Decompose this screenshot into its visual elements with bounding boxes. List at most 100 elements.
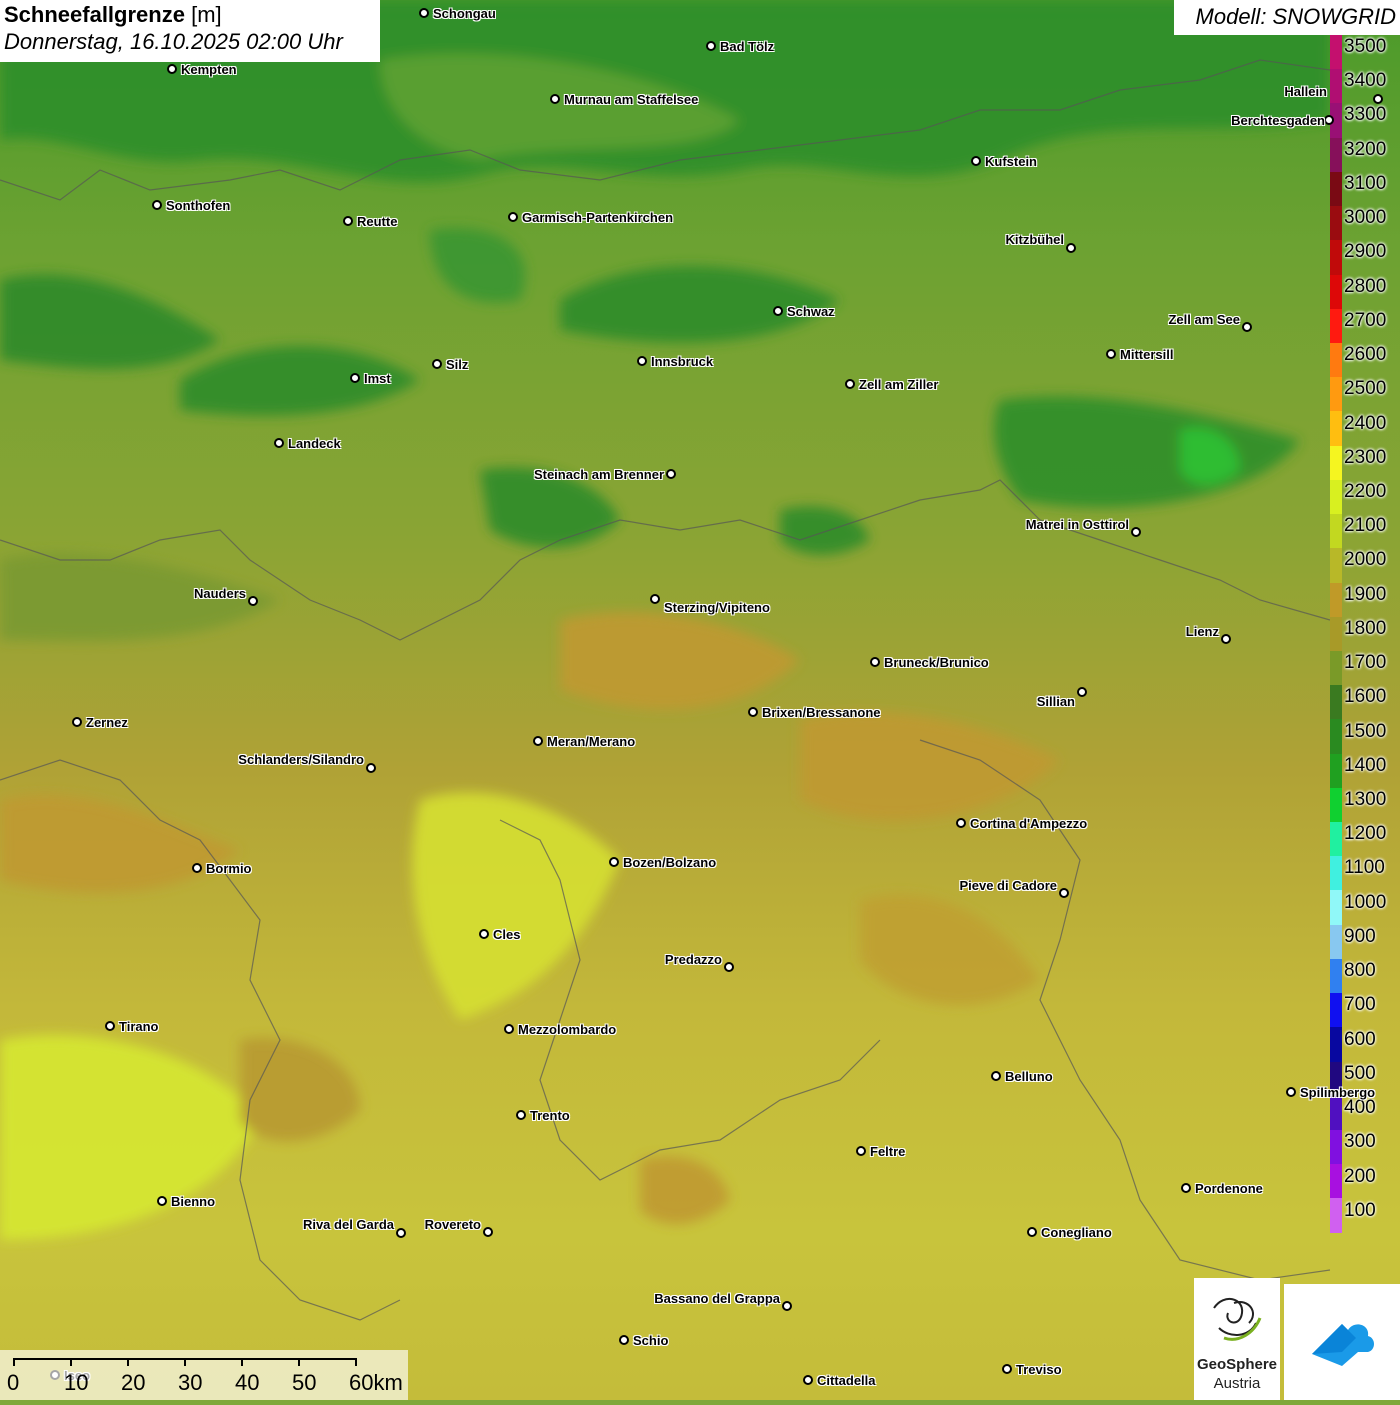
city-marker[interactable] [1077, 687, 1087, 697]
city-marker[interactable] [72, 717, 82, 727]
city-marker[interactable] [419, 8, 429, 18]
city-marker[interactable] [432, 359, 442, 369]
city-marker[interactable] [1131, 527, 1141, 537]
city-marker[interactable] [274, 438, 284, 448]
city-label: Bassano del Grappa [654, 1291, 780, 1306]
city-label: Bad Tölz [720, 39, 775, 54]
legend-label: 900 [1344, 925, 1376, 947]
city-marker[interactable] [167, 64, 177, 74]
city-label: Kempten [181, 62, 237, 77]
city-marker[interactable] [845, 379, 855, 389]
city-label: Silz [446, 357, 469, 372]
city-marker[interactable] [516, 1110, 526, 1120]
city-marker[interactable] [1106, 349, 1116, 359]
legend-label: 2300 [1344, 446, 1387, 468]
city-marker[interactable] [508, 212, 518, 222]
city-marker[interactable] [803, 1375, 813, 1385]
geosphere-logo[interactable]: GeoSphere Austria [1194, 1278, 1280, 1400]
scale-tick [70, 1358, 72, 1366]
city-label: Belluno [1005, 1069, 1053, 1084]
city-marker[interactable] [1373, 94, 1383, 104]
legend-label: 2400 [1344, 412, 1387, 434]
city-marker[interactable] [782, 1301, 792, 1311]
city-marker[interactable] [550, 94, 560, 104]
city-marker[interactable] [152, 200, 162, 210]
legend-swatch [1330, 479, 1342, 515]
legend-label: 400 [1344, 1097, 1376, 1119]
city-marker[interactable] [248, 596, 258, 606]
city-marker[interactable] [157, 1196, 167, 1206]
legend-label: 1300 [1344, 789, 1387, 811]
city-marker[interactable] [350, 373, 360, 383]
legend-label: 2800 [1344, 275, 1387, 297]
city-marker[interactable] [105, 1021, 115, 1031]
city-marker[interactable] [856, 1146, 866, 1156]
city-marker[interactable] [1002, 1364, 1012, 1374]
city-marker[interactable] [1059, 888, 1069, 898]
legend-swatch [1330, 822, 1342, 857]
city-marker[interactable] [1221, 634, 1231, 644]
city-marker[interactable] [343, 216, 353, 226]
city-label: Bruneck/Brunico [884, 655, 989, 670]
city-label: Cles [493, 927, 521, 942]
city-marker[interactable] [724, 962, 734, 972]
legend-swatch [1330, 890, 1342, 925]
legend-swatch [1330, 274, 1342, 309]
legend-swatch [1330, 1095, 1342, 1130]
city-marker[interactable] [956, 818, 966, 828]
city-label: Innsbruck [651, 354, 714, 369]
city-marker[interactable] [637, 356, 647, 366]
legend-label: 3400 [1344, 70, 1387, 92]
city-marker[interactable] [396, 1228, 406, 1238]
legend-label: 2600 [1344, 344, 1387, 366]
city-marker[interactable] [706, 41, 716, 51]
legend-swatch [1330, 206, 1342, 241]
city-marker[interactable] [666, 469, 676, 479]
legend-swatch [1330, 1198, 1342, 1233]
legend-swatch [1330, 924, 1342, 959]
city-marker[interactable] [479, 929, 489, 939]
weather-app-logo[interactable] [1284, 1284, 1400, 1400]
city-label: Pieve di Cadore [959, 878, 1057, 893]
map-title: Schneefallgrenze [m] [4, 2, 222, 27]
city-marker[interactable] [870, 657, 880, 667]
city-marker[interactable] [748, 707, 758, 717]
city-marker[interactable] [773, 306, 783, 316]
legend-swatch [1330, 1164, 1342, 1199]
city-marker[interactable] [1181, 1183, 1191, 1193]
city-label: Mittersill [1120, 347, 1174, 362]
legend-swatch [1330, 411, 1342, 446]
city-marker[interactable] [1324, 115, 1334, 125]
city-marker[interactable] [533, 736, 543, 746]
city-label: Schlanders/Silandro [238, 752, 364, 767]
city-marker[interactable] [619, 1335, 629, 1345]
city-marker[interactable] [991, 1071, 1001, 1081]
city-label: Imst [364, 371, 391, 386]
scale-tick [184, 1358, 186, 1366]
legend-label: 700 [1344, 994, 1376, 1016]
city-marker[interactable] [504, 1024, 514, 1034]
city-marker[interactable] [1242, 322, 1252, 332]
city-marker[interactable] [1027, 1227, 1037, 1237]
city-marker[interactable] [1286, 1087, 1296, 1097]
city-marker[interactable] [609, 857, 619, 867]
legend-swatch [1330, 719, 1342, 754]
legend-label: 800 [1344, 960, 1376, 982]
city-marker[interactable] [366, 763, 376, 773]
legend-label: 3500 [1344, 36, 1387, 57]
legend-swatch [1330, 69, 1342, 104]
city-marker[interactable] [192, 863, 202, 873]
city-marker[interactable] [1066, 243, 1076, 253]
city-marker[interactable] [650, 594, 660, 604]
legend-swatch [1330, 993, 1342, 1028]
city-label: Bormio [206, 861, 252, 876]
city-label: Feltre [870, 1144, 906, 1159]
legend-label: 1900 [1344, 583, 1387, 605]
scale-label: 20 [121, 1370, 146, 1395]
legend-label: 100 [1344, 1199, 1376, 1221]
color-legend: 3500 3400 3300 3200 3100 3000 2900 2800 2700 2600… [1330, 35, 1400, 1233]
city-marker[interactable] [483, 1227, 493, 1237]
city-label: Kufstein [985, 154, 1037, 169]
legend-label: 3000 [1344, 207, 1387, 229]
city-marker[interactable] [971, 156, 981, 166]
